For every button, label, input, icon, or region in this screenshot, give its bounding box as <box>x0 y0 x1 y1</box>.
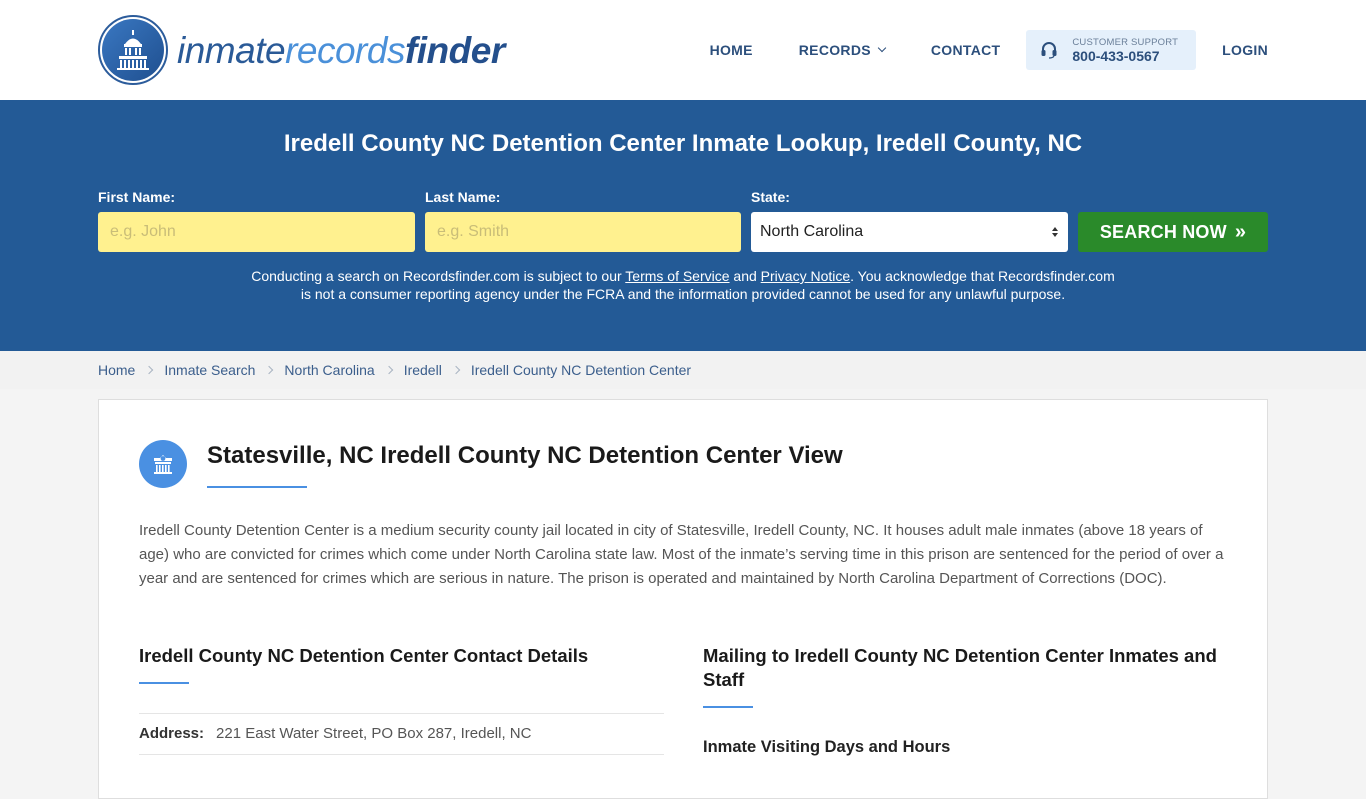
breadcrumb-north-carolina[interactable]: North Carolina <box>284 362 374 378</box>
nav-records[interactable]: RECORDS <box>798 42 887 58</box>
double-chevron-right-icon: » <box>1234 220 1247 243</box>
chevron-right-icon <box>265 365 274 375</box>
nav-home-label: HOME <box>709 42 753 58</box>
breadcrumb: Home Inmate Search North Carolina Iredel… <box>0 351 1366 389</box>
jail-building-icon <box>139 440 187 488</box>
facility-card: Statesville, NC Iredell County NC Detent… <box>98 399 1268 799</box>
customer-support-box[interactable]: CUSTOMER SUPPORT 800-433-0567 <box>1026 30 1197 70</box>
chevron-right-icon <box>451 365 461 375</box>
facility-description: Iredell County Detention Center is a med… <box>139 522 1224 587</box>
contact-details-title: Iredell County NC Detention Center Conta… <box>139 645 589 666</box>
chevron-right-icon <box>384 365 393 375</box>
address-value: 221 East Water Street, PO Box 287, Irede… <box>216 725 532 742</box>
first-name-group: First Name: <box>98 189 415 252</box>
first-name-input[interactable] <box>98 212 415 252</box>
support-label: CUSTOMER SUPPORT <box>1072 36 1179 48</box>
search-banner: Iredell County NC Detention Center Inmat… <box>0 100 1366 351</box>
disclaimer-text-1: Conducting a search on Recordsfinder.com… <box>251 268 626 284</box>
main-nav: HOME RECORDS CONTACT CUSTOMER SUPPORT 80… <box>710 30 1268 70</box>
state-group: State: North Carolina <box>751 189 1068 252</box>
logo-text-inmate: inmate <box>177 29 286 71</box>
terms-of-service-link[interactable]: Terms of Service <box>625 268 729 284</box>
address-row: Address: 221 East Water Street, PO Box 2… <box>139 712 664 755</box>
mailing-section: Mailing to Iredell County NC Detention C… <box>703 644 1228 757</box>
site-logo[interactable]: inmaterecordsfinder <box>98 15 505 85</box>
site-header: inmaterecordsfinder HOME RECORDS CONTACT… <box>0 0 1366 100</box>
search-button-label: SEARCH NOW <box>1099 221 1227 242</box>
search-now-button[interactable]: SEARCH NOW » <box>1078 212 1268 252</box>
last-name-label: Last Name: <box>425 189 501 205</box>
nav-records-label: RECORDS <box>798 42 871 58</box>
logo-wordmark: inmaterecordsfinder <box>177 32 505 69</box>
page-title: Statesville, NC Iredell County NC Detent… <box>207 442 843 469</box>
nav-home[interactable]: HOME <box>710 42 753 58</box>
breadcrumb-inmate-search[interactable]: Inmate Search <box>164 362 255 378</box>
chevron-right-icon <box>145 365 154 375</box>
logo-text-records: records <box>285 29 405 71</box>
state-label: State: <box>751 189 790 205</box>
visiting-hours-title: Inmate Visiting Days and Hours <box>703 737 951 756</box>
nav-contact[interactable]: CONTACT <box>931 42 1001 58</box>
disclaimer-text-2: and <box>729 268 761 284</box>
headset-icon <box>1041 42 1057 59</box>
capitol-logo-icon <box>98 15 168 85</box>
breadcrumb-home[interactable]: Home <box>98 362 135 378</box>
support-phone[interactable]: 800-433-0567 <box>1072 48 1178 64</box>
search-disclaimer: Conducting a search on Recordsfinder.com… <box>250 267 1116 303</box>
privacy-notice-link[interactable]: Privacy Notice <box>761 268 850 284</box>
breadcrumb-current: Iredell County NC Detention Center <box>470 362 692 378</box>
search-title: Iredell County NC Detention Center Inmat… <box>283 130 1083 157</box>
nav-login-label: LOGIN <box>1222 42 1268 58</box>
first-name-label: First Name: <box>98 189 176 205</box>
section-underline <box>139 682 189 684</box>
select-arrows-icon <box>1052 227 1058 237</box>
chevron-down-icon <box>877 43 887 53</box>
nav-contact-label: CONTACT <box>930 42 1001 58</box>
nav-login[interactable]: LOGIN <box>1222 42 1268 58</box>
contact-details-section: Iredell County NC Detention Center Conta… <box>139 644 664 755</box>
address-label: Address: <box>139 725 205 742</box>
logo-text-finder: finder <box>404 29 505 71</box>
mailing-title: Mailing to Iredell County NC Detention C… <box>703 645 1217 690</box>
state-selected-value: North Carolina <box>760 223 864 240</box>
title-underline <box>207 486 307 488</box>
last-name-group: Last Name: <box>425 189 741 252</box>
state-select[interactable]: North Carolina <box>751 212 1068 252</box>
breadcrumb-iredell[interactable]: Iredell <box>404 362 442 378</box>
last-name-input[interactable] <box>425 212 741 252</box>
section-underline <box>703 706 753 708</box>
